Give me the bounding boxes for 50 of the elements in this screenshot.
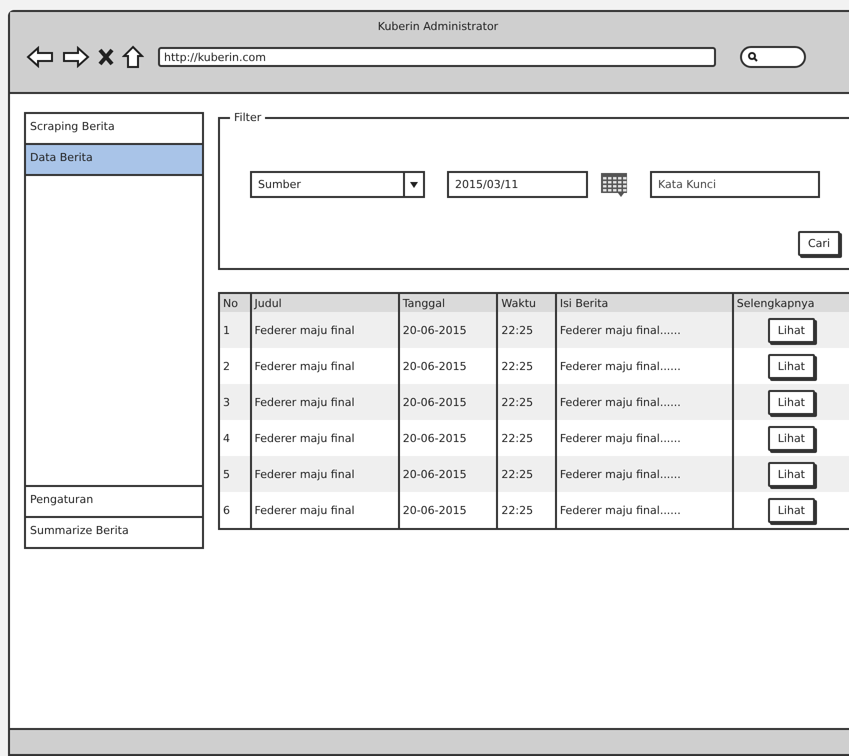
table-cell: 20-06-2015	[398, 456, 498, 492]
sidebar-item[interactable]: Data Berita	[26, 145, 202, 176]
caret-icon	[410, 182, 418, 188]
address-bar[interactable]: http://kuberin.com	[158, 47, 716, 67]
forward-icon[interactable]	[62, 46, 90, 68]
view-button[interactable]: Lihat	[768, 462, 815, 486]
table-cell: 20-06-2015	[398, 384, 498, 420]
keyword-field[interactable]: Kata Kunci	[650, 171, 820, 198]
table-cell: Federer maju final......	[556, 456, 733, 492]
sidebar-item[interactable]: Pengaturan	[26, 485, 202, 516]
table-cell: 1	[219, 312, 251, 348]
back-icon[interactable]	[26, 46, 54, 68]
table-cell: Federer maju final	[250, 492, 399, 529]
window-title: Kuberin Administrator	[378, 19, 498, 33]
source-dropdown[interactable]: Sumber	[250, 171, 425, 198]
table-cell: Federer maju final	[250, 384, 399, 420]
filter-title: Filter	[230, 111, 266, 124]
search-icon	[748, 52, 758, 62]
search-button[interactable]: Cari	[798, 231, 840, 256]
table-cell: Federer maju final......	[556, 384, 733, 420]
column-header: Tanggal	[398, 293, 498, 312]
table-cell: Federer maju final......	[556, 312, 733, 348]
table-cell: 22:25	[497, 492, 556, 529]
table-cell: Federer maju final......	[556, 492, 733, 529]
column-header: Waktu	[497, 293, 556, 312]
column-header: No	[219, 293, 251, 312]
search-field[interactable]	[740, 46, 806, 68]
view-button[interactable]: Lihat	[768, 426, 815, 450]
table-cell: 22:25	[497, 384, 556, 420]
home-icon[interactable]	[122, 45, 144, 69]
calendar-icon[interactable]	[600, 172, 628, 198]
close-icon[interactable]	[98, 48, 114, 66]
view-button[interactable]: Lihat	[768, 498, 815, 522]
view-button[interactable]: Lihat	[768, 318, 815, 342]
table-cell: Federer maju final	[250, 312, 399, 348]
column-header: Judul	[250, 293, 399, 312]
table-cell: 3	[219, 384, 251, 420]
table-cell: 5	[219, 456, 251, 492]
date-field[interactable]: 2015/03/11	[447, 171, 588, 198]
table-cell: 22:25	[497, 312, 556, 348]
table-cell: 20-06-2015	[398, 492, 498, 529]
table-cell: 20-06-2015	[398, 312, 498, 348]
table-cell: 6	[219, 492, 251, 529]
sidebar-item[interactable]: Summarize Berita	[26, 516, 202, 547]
column-header: Selengkapnya	[732, 293, 849, 312]
table-cell: 22:25	[497, 456, 556, 492]
table-cell: Federer maju final	[250, 456, 399, 492]
column-header: Isi Berita	[556, 293, 733, 312]
view-button[interactable]: Lihat	[768, 354, 815, 378]
view-button[interactable]: Lihat	[768, 390, 815, 414]
